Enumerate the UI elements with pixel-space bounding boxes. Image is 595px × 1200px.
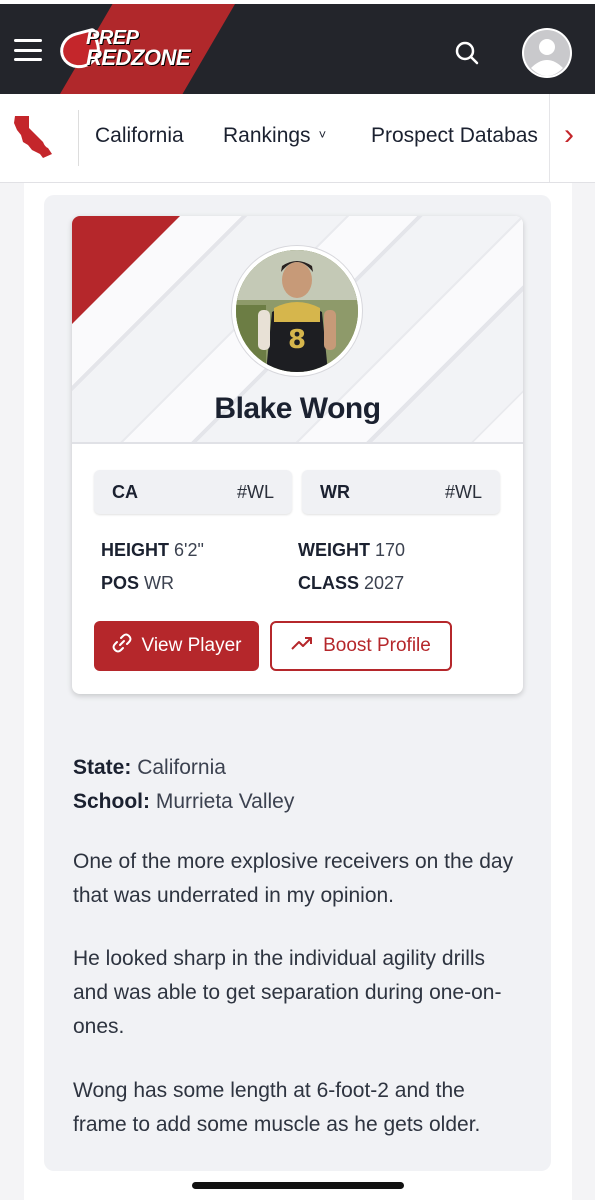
nav-item-rankings-label: Rankings [223, 124, 311, 147]
chevron-right-icon: › [564, 118, 574, 151]
stat-height-label: HEIGHT [101, 540, 170, 560]
stat-height: HEIGHT 6'2" [101, 540, 204, 561]
article-state-value: California [137, 756, 226, 779]
state-rank-value: #WL [236, 482, 274, 502]
trending-up-icon [291, 635, 313, 657]
header-bar: PREP REDZONE [0, 4, 595, 94]
banner-corner-accent [72, 216, 180, 324]
california-state-icon[interactable] [12, 114, 56, 160]
stat-position: POS WR [101, 573, 174, 594]
home-indicator[interactable] [192, 1182, 404, 1189]
nav-scroll-right-button[interactable]: › [549, 94, 595, 182]
player-photo[interactable]: 8 [232, 246, 362, 376]
article-paragraph: Wong has some length at 6-foot-2 and the… [73, 1079, 481, 1136]
boost-profile-button[interactable]: Boost Profile [270, 621, 452, 671]
stat-weight: WEIGHT 170 [298, 540, 405, 561]
nav-item-california[interactable]: California [95, 124, 184, 148]
article-school-line: School: Murrieta Valley [73, 790, 294, 814]
article-state-label: State: [73, 756, 132, 779]
logo-text-redzone: REDZONE [86, 45, 191, 70]
stat-class-value: 2027 [364, 573, 405, 593]
stat-position-label: POS [101, 573, 140, 593]
subnav-divider [78, 110, 79, 166]
article-school-label: School: [73, 790, 150, 813]
player-name: Blake Wong [214, 392, 381, 425]
stat-position-value: WR [144, 573, 175, 593]
stat-class-label: CLASS [298, 573, 360, 593]
stat-height-value: 6'2" [174, 540, 204, 560]
article-paragraph: One of the more explosive receivers on t… [73, 850, 514, 907]
chevron-down-icon: ˅ [318, 127, 327, 142]
link-icon [112, 633, 132, 659]
search-icon[interactable] [452, 38, 482, 68]
position-rank-key: WR [320, 482, 350, 502]
player-card: 8 Blake Wong CA #WL WR #WL HEIGHT 6'2" W… [72, 216, 523, 694]
article-state-line: State: California [73, 756, 226, 780]
view-player-label: View Player [141, 635, 242, 656]
svg-text:8: 8 [288, 325, 306, 355]
position-rank-value: #WL [444, 482, 482, 502]
nav-item-prospect-database[interactable]: Prospect Databas [371, 124, 551, 148]
stat-weight-label: WEIGHT [298, 540, 370, 560]
position-rank-badge: WR #WL [302, 470, 500, 514]
player-card-banner: 8 Blake Wong [72, 216, 523, 444]
sub-navigation: California Rankings ˅ Prospect Databas › [0, 94, 595, 183]
nav-item-rankings[interactable]: Rankings ˅ [223, 124, 326, 148]
stat-weight-value: 170 [375, 540, 406, 560]
hamburger-icon[interactable] [14, 39, 42, 61]
view-player-button[interactable]: View Player [94, 621, 259, 671]
article-paragraph: He looked sharp in the individual agilit… [73, 947, 502, 1038]
state-rank-key: CA [112, 482, 138, 502]
site-header: PREP REDZONE [0, 0, 595, 94]
site-logo[interactable]: PREP REDZONE [56, 27, 192, 76]
stat-class: CLASS 2027 [298, 573, 404, 594]
state-rank-badge: CA #WL [94, 470, 292, 514]
boost-profile-label: Boost Profile [323, 635, 431, 656]
article-school-value: Murrieta Valley [155, 790, 295, 813]
user-avatar-icon[interactable] [522, 28, 572, 78]
